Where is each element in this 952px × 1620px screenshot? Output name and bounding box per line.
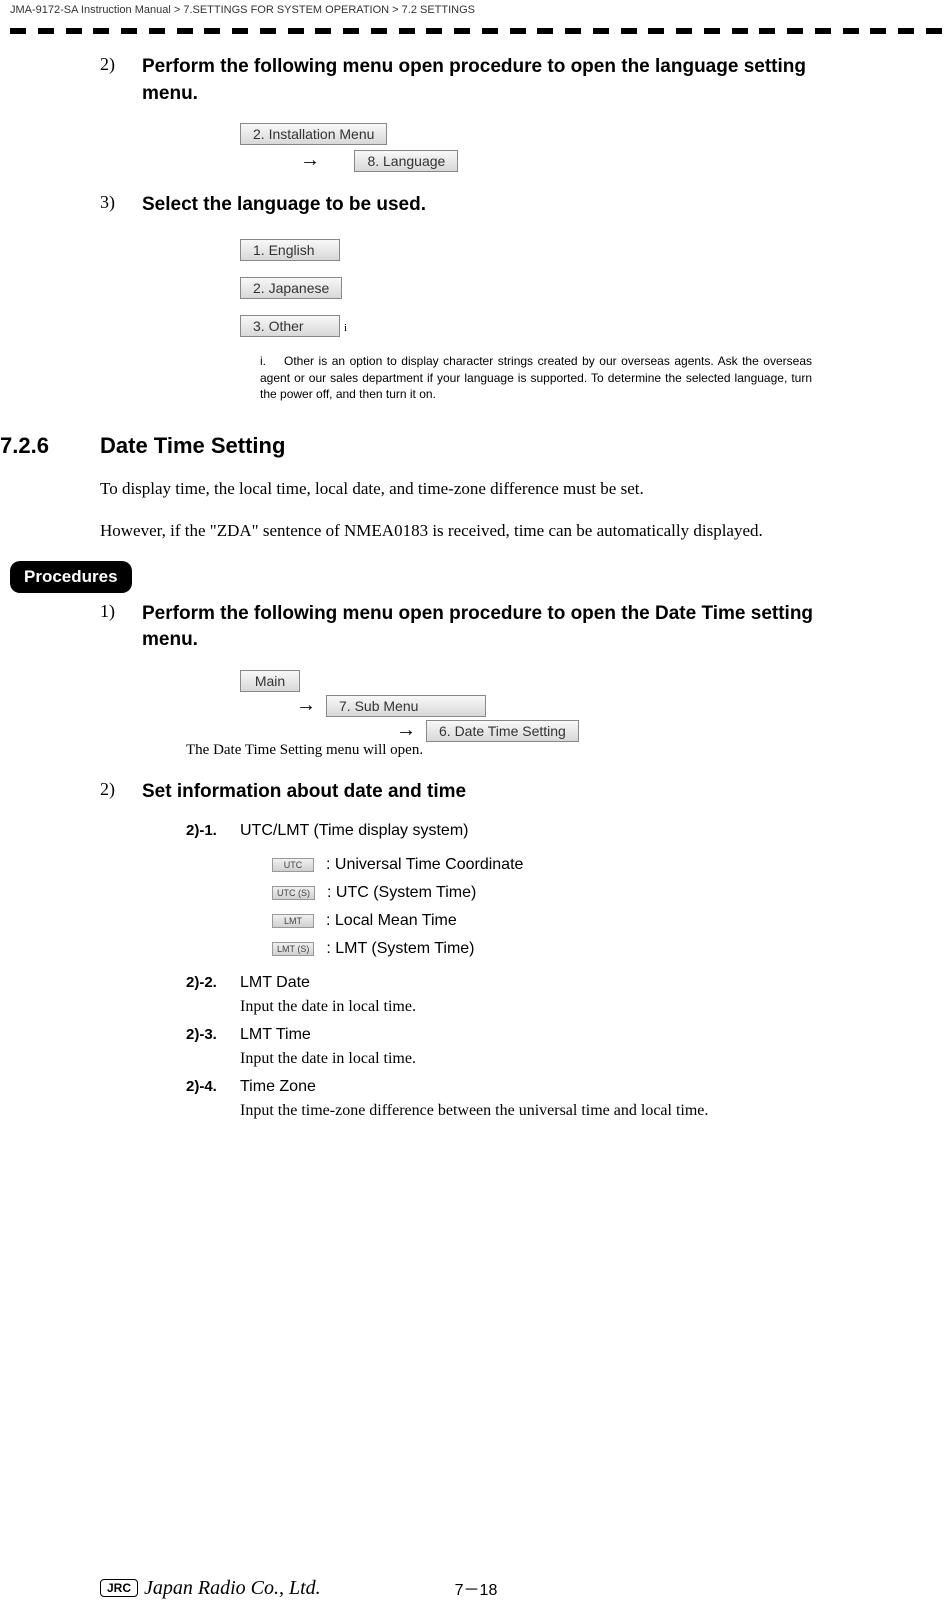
divider-dashes xyxy=(0,20,952,54)
language-options: 1. English 2. Japanese 3. Other i xyxy=(240,239,852,337)
lmt-s-button[interactable]: LMT (S) xyxy=(272,942,314,956)
substep-text: Time Zone xyxy=(240,1078,316,1096)
footnote-num: i. xyxy=(260,353,284,370)
arrow-icon: → xyxy=(396,719,416,741)
option-label: : Local Mean Time xyxy=(326,912,457,930)
substep-text: UTC/LMT (Time display system) xyxy=(240,822,468,840)
utc-button[interactable]: UTC xyxy=(272,858,314,872)
substep-text: LMT Time xyxy=(240,1026,311,1044)
company-name: Japan Radio Co., Ltd. xyxy=(144,1577,321,1600)
lmt-button[interactable]: LMT xyxy=(272,914,314,928)
body-paragraph: However, if the "ZDA" sentence of NMEA01… xyxy=(100,519,852,543)
sub-menu-button[interactable]: 7. Sub Menu xyxy=(326,695,486,717)
procedure-step-1: 1) Perform the following menu open proce… xyxy=(100,601,852,654)
substep-number: 2)-4. xyxy=(186,1078,240,1096)
japanese-button[interactable]: 2. Japanese xyxy=(240,277,342,299)
substep-number: 2)-2. xyxy=(186,974,240,992)
substep-description: Input the date in local time. xyxy=(240,998,852,1016)
step-number: 2) xyxy=(100,54,142,107)
footnote-marker: i xyxy=(344,322,347,334)
step-text: Set information about date and time xyxy=(142,779,852,806)
procedure-step-2: 2) Set information about date and time xyxy=(100,779,852,806)
substep-2-2: 2)-2. LMT Date Input the date in local t… xyxy=(186,974,852,1016)
step-number: 3) xyxy=(100,192,142,219)
date-time-setting-button[interactable]: 6. Date Time Setting xyxy=(426,720,579,742)
time-display-options: UTC : Universal Time Coordinate UTC (S) … xyxy=(272,856,852,958)
page-number: 7－18 xyxy=(455,1576,498,1600)
option-label: : Universal Time Coordinate xyxy=(326,856,523,874)
option-label: : LMT (System Time) xyxy=(326,940,474,958)
substep-description: Input the time-zone difference between t… xyxy=(240,1102,852,1120)
option-label: : UTC (System Time) xyxy=(327,884,476,902)
section-number: 7.2.6 xyxy=(0,433,100,459)
body-paragraph: To display time, the local time, local d… xyxy=(100,477,852,501)
section-title: Date Time Setting xyxy=(100,433,285,459)
english-button[interactable]: 1. English xyxy=(240,239,340,261)
substep-number: 2)-1. xyxy=(186,822,240,840)
substep-2-3: 2)-3. LMT Time Input the date in local t… xyxy=(186,1026,852,1068)
menu-path-language: 2. Installation Menu → 8. Language xyxy=(240,123,852,172)
step-number: 2) xyxy=(100,779,142,806)
step-text: Select the language to be used. xyxy=(142,192,852,219)
substep-2-1: 2)-1. UTC/LMT (Time display system) xyxy=(186,822,852,840)
substep-text: LMT Date xyxy=(240,974,310,992)
arrow-icon: → xyxy=(300,149,320,171)
step-number: 1) xyxy=(100,601,142,654)
followup-text: The Date Time Setting menu will open. xyxy=(186,742,852,759)
step-2: 2) Perform the following menu open proce… xyxy=(100,54,852,107)
footnote-text: Other is an option to display character … xyxy=(260,354,812,402)
language-button[interactable]: 8. Language xyxy=(354,150,458,172)
menu-path-datetime: Main →7. Sub Menu →6. Date Time Setting xyxy=(240,670,852,742)
installation-menu-button[interactable]: 2. Installation Menu xyxy=(240,123,387,145)
footer-logo: JRC Japan Radio Co., Ltd. xyxy=(100,1577,321,1600)
step-text: Perform the following menu open procedur… xyxy=(142,54,852,107)
footnote: i.Other is an option to display characte… xyxy=(260,353,812,403)
jrc-logo: JRC xyxy=(100,1579,138,1597)
utc-s-button[interactable]: UTC (S) xyxy=(272,886,315,900)
page-footer: JRC Japan Radio Co., Ltd. 7－18 xyxy=(0,1576,952,1600)
breadcrumb: JMA-9172-SA Instruction Manual > 7.SETTI… xyxy=(0,0,952,20)
substep-number: 2)-3. xyxy=(186,1026,240,1044)
main-button[interactable]: Main xyxy=(240,670,300,692)
substep-description: Input the date in local time. xyxy=(240,1050,852,1068)
procedures-badge: Procedures xyxy=(10,561,132,593)
arrow-icon: → xyxy=(296,694,316,716)
other-button[interactable]: 3. Other xyxy=(240,315,340,337)
step-text: Perform the following menu open procedur… xyxy=(142,601,852,654)
section-heading: 7.2.6 Date Time Setting xyxy=(0,433,852,459)
substep-2-4: 2)-4. Time Zone Input the time-zone diff… xyxy=(186,1078,852,1120)
step-3: 3) Select the language to be used. xyxy=(100,192,852,219)
